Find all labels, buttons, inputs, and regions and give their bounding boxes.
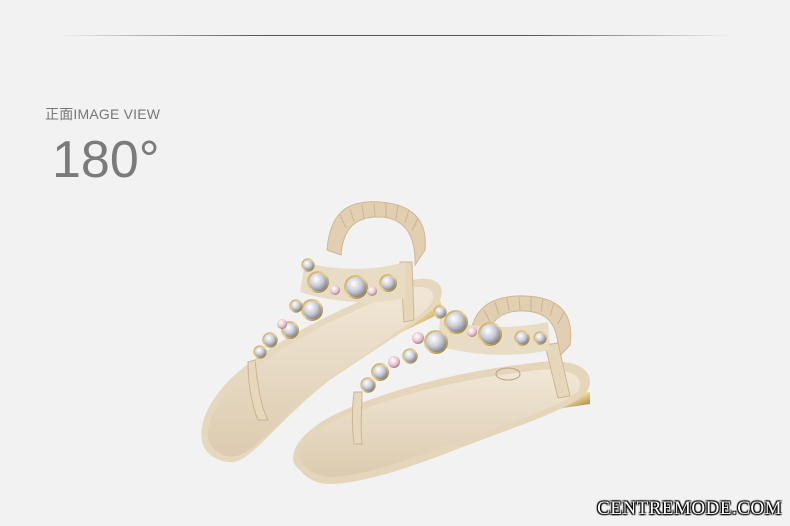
left-elastic-strap	[326, 201, 426, 267]
right-toe-post	[352, 391, 363, 445]
watermark: CENTREMODE.COM	[597, 498, 782, 519]
product-image	[201, 201, 590, 484]
